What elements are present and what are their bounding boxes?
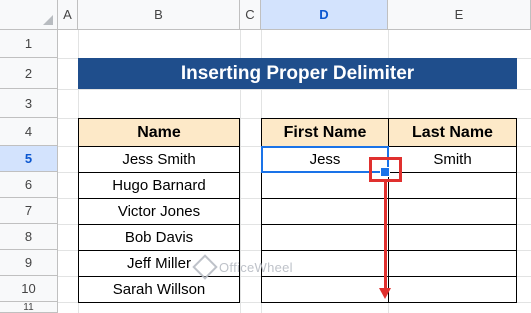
name-cell[interactable]: Bob Davis [78, 224, 240, 251]
arrowhead-icon [379, 288, 391, 299]
last-name-cell[interactable] [388, 172, 517, 199]
last-name-cell[interactable] [388, 198, 517, 225]
gridline [58, 89, 531, 90]
row-header-6[interactable]: 6 [0, 172, 58, 198]
first-name-cell[interactable] [261, 276, 389, 303]
watermark: OfficeWheel [192, 254, 293, 280]
fill-handle-highlight-box [369, 157, 402, 182]
first-name-header-cell[interactable]: First Name [261, 118, 389, 147]
row-header-8[interactable]: 8 [0, 224, 58, 250]
corner-triangle-icon [43, 15, 53, 25]
watermark-text: OfficeWheel [219, 259, 293, 275]
row-header-4[interactable]: 4 [0, 118, 58, 146]
row-header-9[interactable]: 9 [0, 250, 58, 276]
last-name-cell[interactable] [388, 224, 517, 251]
name-cell[interactable]: Victor Jones [78, 198, 240, 225]
officewheel-logo-icon [192, 254, 218, 280]
name-header-cell[interactable]: Name [78, 118, 240, 147]
last-name-cell[interactable] [388, 250, 517, 277]
row-header-11[interactable]: 11 [0, 302, 58, 313]
name-cell[interactable]: Sarah Willson [78, 276, 240, 303]
column-header-b[interactable]: B [78, 0, 240, 30]
column-header-c[interactable]: C [240, 0, 261, 30]
last-name-header-cell[interactable]: Last Name [388, 118, 517, 147]
column-header-e[interactable]: E [388, 0, 531, 30]
select-all-corner[interactable] [0, 0, 58, 30]
sheet-title[interactable]: Inserting Proper Delimiter [78, 58, 517, 89]
name-cell[interactable]: Jess Smith [78, 146, 240, 173]
row-header-7[interactable]: 7 [0, 198, 58, 224]
first-name-cell[interactable] [261, 224, 389, 251]
drag-down-arrow-icon [384, 182, 387, 290]
row-header-3[interactable]: 3 [0, 89, 58, 118]
name-cell[interactable]: Hugo Barnard [78, 172, 240, 199]
last-name-cell[interactable]: Smith [388, 146, 517, 173]
first-name-cell[interactable] [261, 198, 389, 225]
row-header-5[interactable]: 5 [0, 146, 58, 172]
row-header-2[interactable]: 2 [0, 58, 58, 89]
last-name-cell[interactable] [388, 276, 517, 303]
row-header-1[interactable]: 1 [0, 30, 58, 58]
column-header-a[interactable]: A [58, 0, 78, 30]
row-header-10[interactable]: 10 [0, 276, 58, 302]
column-header-d[interactable]: D [261, 0, 388, 30]
